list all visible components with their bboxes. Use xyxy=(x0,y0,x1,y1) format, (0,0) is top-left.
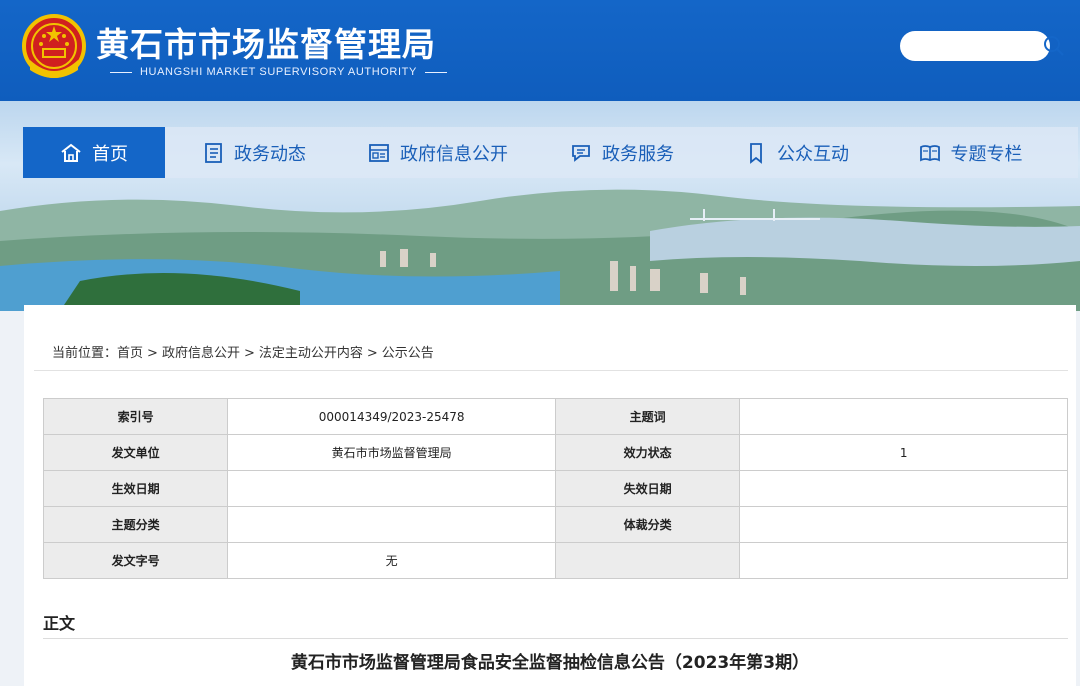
table-key: 效力状态 xyxy=(554,434,741,471)
table-key: 生效日期 xyxy=(42,470,229,507)
nav-item-home[interactable]: 首页 xyxy=(23,127,165,178)
table-row: 生效日期 失效日期 xyxy=(42,470,1068,507)
breadcrumb-announcements[interactable]: 公示公告 xyxy=(382,346,434,361)
bookmark-icon xyxy=(750,142,762,164)
breadcrumb-home[interactable]: 首页 xyxy=(117,346,143,361)
table-key: 主题分类 xyxy=(42,506,229,543)
breadcrumb-statutory-content[interactable]: 法定主动公开内容 xyxy=(259,346,363,361)
nav-item-news[interactable]: 政务动态 xyxy=(165,127,343,178)
home-icon xyxy=(61,143,81,162)
table-key: 失效日期 xyxy=(554,470,741,507)
table-value: 黄石市市场监督管理局 xyxy=(227,434,556,471)
table-value xyxy=(739,542,1068,579)
table-key: 发文单位 xyxy=(42,434,229,471)
news-icon xyxy=(205,142,222,163)
book-icon xyxy=(919,144,940,161)
info-icon xyxy=(369,143,389,162)
table-row: 主题分类 体裁分类 xyxy=(42,506,1068,543)
nav-item-services[interactable]: 政务服务 xyxy=(533,127,711,178)
table-key: 主题词 xyxy=(554,398,741,435)
table-key xyxy=(554,542,741,579)
breadcrumb: 当前位置：首页 > 政府信息公开 > 法定主动公开内容 > 公示公告 xyxy=(52,346,434,361)
table-value: 1 xyxy=(739,434,1068,471)
table-value xyxy=(227,470,556,507)
site-header: 黄石市市场监督管理局 HUANGSHI MARKET SUPERVISORY A… xyxy=(0,0,1080,101)
site-subtitle: HUANGSHI MARKET SUPERVISORY AUTHORITY xyxy=(102,66,455,78)
table-row: 索引号 000014349/2023-25478 主题词 xyxy=(42,398,1068,435)
main-nav: 首页 政务动态 政府信息公开 政务服务 公众互动 专题专栏 xyxy=(23,127,1078,178)
table-value xyxy=(739,398,1068,435)
divider xyxy=(34,370,1068,371)
national-emblem-icon xyxy=(22,14,86,78)
table-value xyxy=(739,506,1068,543)
table-key: 索引号 xyxy=(42,398,229,435)
table-value: 000014349/2023-25478 xyxy=(227,398,556,435)
table-row: 发文字号 无 xyxy=(42,542,1068,579)
site-title: 黄石市市场监督管理局 xyxy=(96,25,436,64)
search-input[interactable] xyxy=(912,35,1022,57)
metadata-table: 索引号 000014349/2023-25478 主题词 发文单位 黄石市市场监… xyxy=(42,398,1068,579)
nav-item-topics[interactable]: 专题专栏 xyxy=(883,127,1058,178)
nav-item-interaction[interactable]: 公众互动 xyxy=(711,127,883,178)
table-value xyxy=(227,506,556,543)
table-value: 无 xyxy=(227,542,556,579)
table-value xyxy=(739,470,1068,507)
body-section-label: 正文 xyxy=(43,614,76,633)
divider xyxy=(43,638,1068,639)
table-key: 体裁分类 xyxy=(554,506,741,543)
table-key: 发文字号 xyxy=(42,542,229,579)
nav-item-info-disclosure[interactable]: 政府信息公开 xyxy=(343,127,533,178)
search-box[interactable] xyxy=(900,31,1050,61)
table-row: 发文单位 黄石市市场监督管理局 效力状态 1 xyxy=(42,434,1068,471)
search-icon[interactable] xyxy=(1043,35,1065,57)
breadcrumb-info-disclosure[interactable]: 政府信息公开 xyxy=(162,346,240,361)
document-title: 黄石市市场监督管理局食品安全监督抽检信息公告（2023年第3期） xyxy=(290,653,810,673)
service-icon xyxy=(572,144,590,162)
